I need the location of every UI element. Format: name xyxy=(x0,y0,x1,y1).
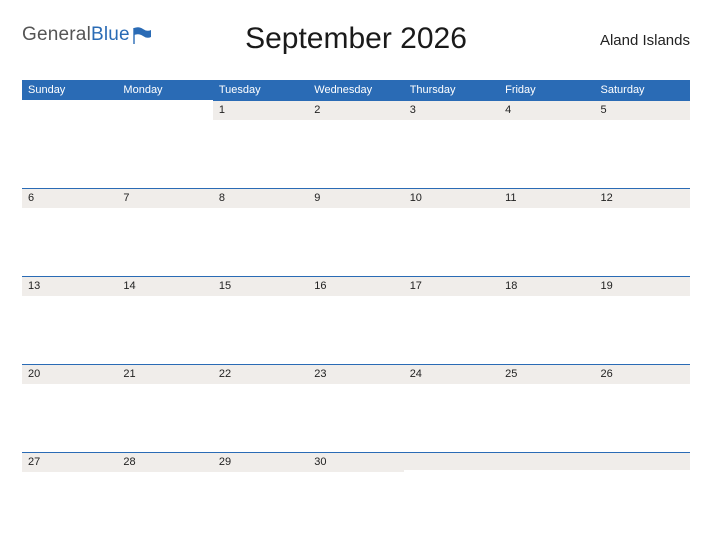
day-header: Wednesday xyxy=(308,80,403,100)
date-number: 6 xyxy=(22,188,117,208)
calendar-cell xyxy=(499,452,594,540)
calendar-week: 13141516171819 xyxy=(22,276,690,364)
day-header: Tuesday xyxy=(213,80,308,100)
calendar-cell: 13 xyxy=(22,276,117,364)
date-number: 26 xyxy=(595,364,690,384)
calendar-week: 20212223242526 xyxy=(22,364,690,452)
header: GeneralBlue September 2026 Aland Islands xyxy=(22,18,690,74)
day-header: Sunday xyxy=(22,80,117,100)
date-number: 15 xyxy=(213,276,308,296)
date-number: 19 xyxy=(595,276,690,296)
day-header: Friday xyxy=(499,80,594,100)
calendar-cell: 4 xyxy=(499,100,594,188)
date-number: 21 xyxy=(117,364,212,384)
calendar-header-row: Sunday Monday Tuesday Wednesday Thursday… xyxy=(22,80,690,100)
date-number: 17 xyxy=(404,276,499,296)
calendar-cell: 26 xyxy=(595,364,690,452)
calendar-week: 6789101112 xyxy=(22,188,690,276)
calendar-cell: 25 xyxy=(499,364,594,452)
calendar-cell: 2 xyxy=(308,100,403,188)
date-number: 10 xyxy=(404,188,499,208)
calendar-cell: 12 xyxy=(595,188,690,276)
calendar-cell: 16 xyxy=(308,276,403,364)
date-number: 7 xyxy=(117,188,212,208)
calendar-cell xyxy=(595,452,690,540)
calendar-week: 27282930 xyxy=(22,452,690,540)
calendar-cell: 7 xyxy=(117,188,212,276)
date-number: 24 xyxy=(404,364,499,384)
date-number: 29 xyxy=(213,452,308,472)
day-header: Monday xyxy=(117,80,212,100)
date-number: 5 xyxy=(595,100,690,120)
date-number: 3 xyxy=(404,100,499,120)
date-number: 23 xyxy=(308,364,403,384)
region-label: Aland Islands xyxy=(600,32,690,49)
calendar-cell: 28 xyxy=(117,452,212,540)
calendar-cell: 11 xyxy=(499,188,594,276)
date-number: 28 xyxy=(117,452,212,472)
day-header: Saturday xyxy=(595,80,690,100)
calendar-cell: 6 xyxy=(22,188,117,276)
calendar-cell xyxy=(404,452,499,540)
calendar-cell xyxy=(117,100,212,188)
date-number xyxy=(404,452,499,470)
calendar-cell: 18 xyxy=(499,276,594,364)
date-number: 20 xyxy=(22,364,117,384)
calendar-cell: 19 xyxy=(595,276,690,364)
date-number: 27 xyxy=(22,452,117,472)
calendar-cell: 24 xyxy=(404,364,499,452)
date-number: 30 xyxy=(308,452,403,472)
date-number: 18 xyxy=(499,276,594,296)
day-header: Thursday xyxy=(404,80,499,100)
date-number: 13 xyxy=(22,276,117,296)
date-number: 2 xyxy=(308,100,403,120)
date-number: 22 xyxy=(213,364,308,384)
date-number: 4 xyxy=(499,100,594,120)
date-number: 8 xyxy=(213,188,308,208)
calendar-cell: 1 xyxy=(213,100,308,188)
calendar-cell: 23 xyxy=(308,364,403,452)
calendar-cell: 8 xyxy=(213,188,308,276)
calendar-title: September 2026 xyxy=(22,22,690,56)
calendar-cell: 10 xyxy=(404,188,499,276)
calendar-cell: 5 xyxy=(595,100,690,188)
calendar-week: 12345 xyxy=(22,100,690,188)
date-number: 25 xyxy=(499,364,594,384)
calendar-cell: 14 xyxy=(117,276,212,364)
calendar-grid: Sunday Monday Tuesday Wednesday Thursday… xyxy=(22,80,690,540)
date-number: 14 xyxy=(117,276,212,296)
calendar-cell: 29 xyxy=(213,452,308,540)
calendar-cell xyxy=(22,100,117,188)
calendar-cell: 21 xyxy=(117,364,212,452)
date-number: 1 xyxy=(213,100,308,120)
date-number: 16 xyxy=(308,276,403,296)
date-number: 12 xyxy=(595,188,690,208)
date-number xyxy=(499,452,594,470)
calendar-cell: 22 xyxy=(213,364,308,452)
calendar-cell: 3 xyxy=(404,100,499,188)
date-number xyxy=(595,452,690,470)
date-number: 9 xyxy=(308,188,403,208)
calendar-cell: 27 xyxy=(22,452,117,540)
calendar-cell: 15 xyxy=(213,276,308,364)
calendar-cell: 17 xyxy=(404,276,499,364)
date-number: 11 xyxy=(499,188,594,208)
calendar-cell: 30 xyxy=(308,452,403,540)
calendar-cell: 20 xyxy=(22,364,117,452)
calendar-cell: 9 xyxy=(308,188,403,276)
